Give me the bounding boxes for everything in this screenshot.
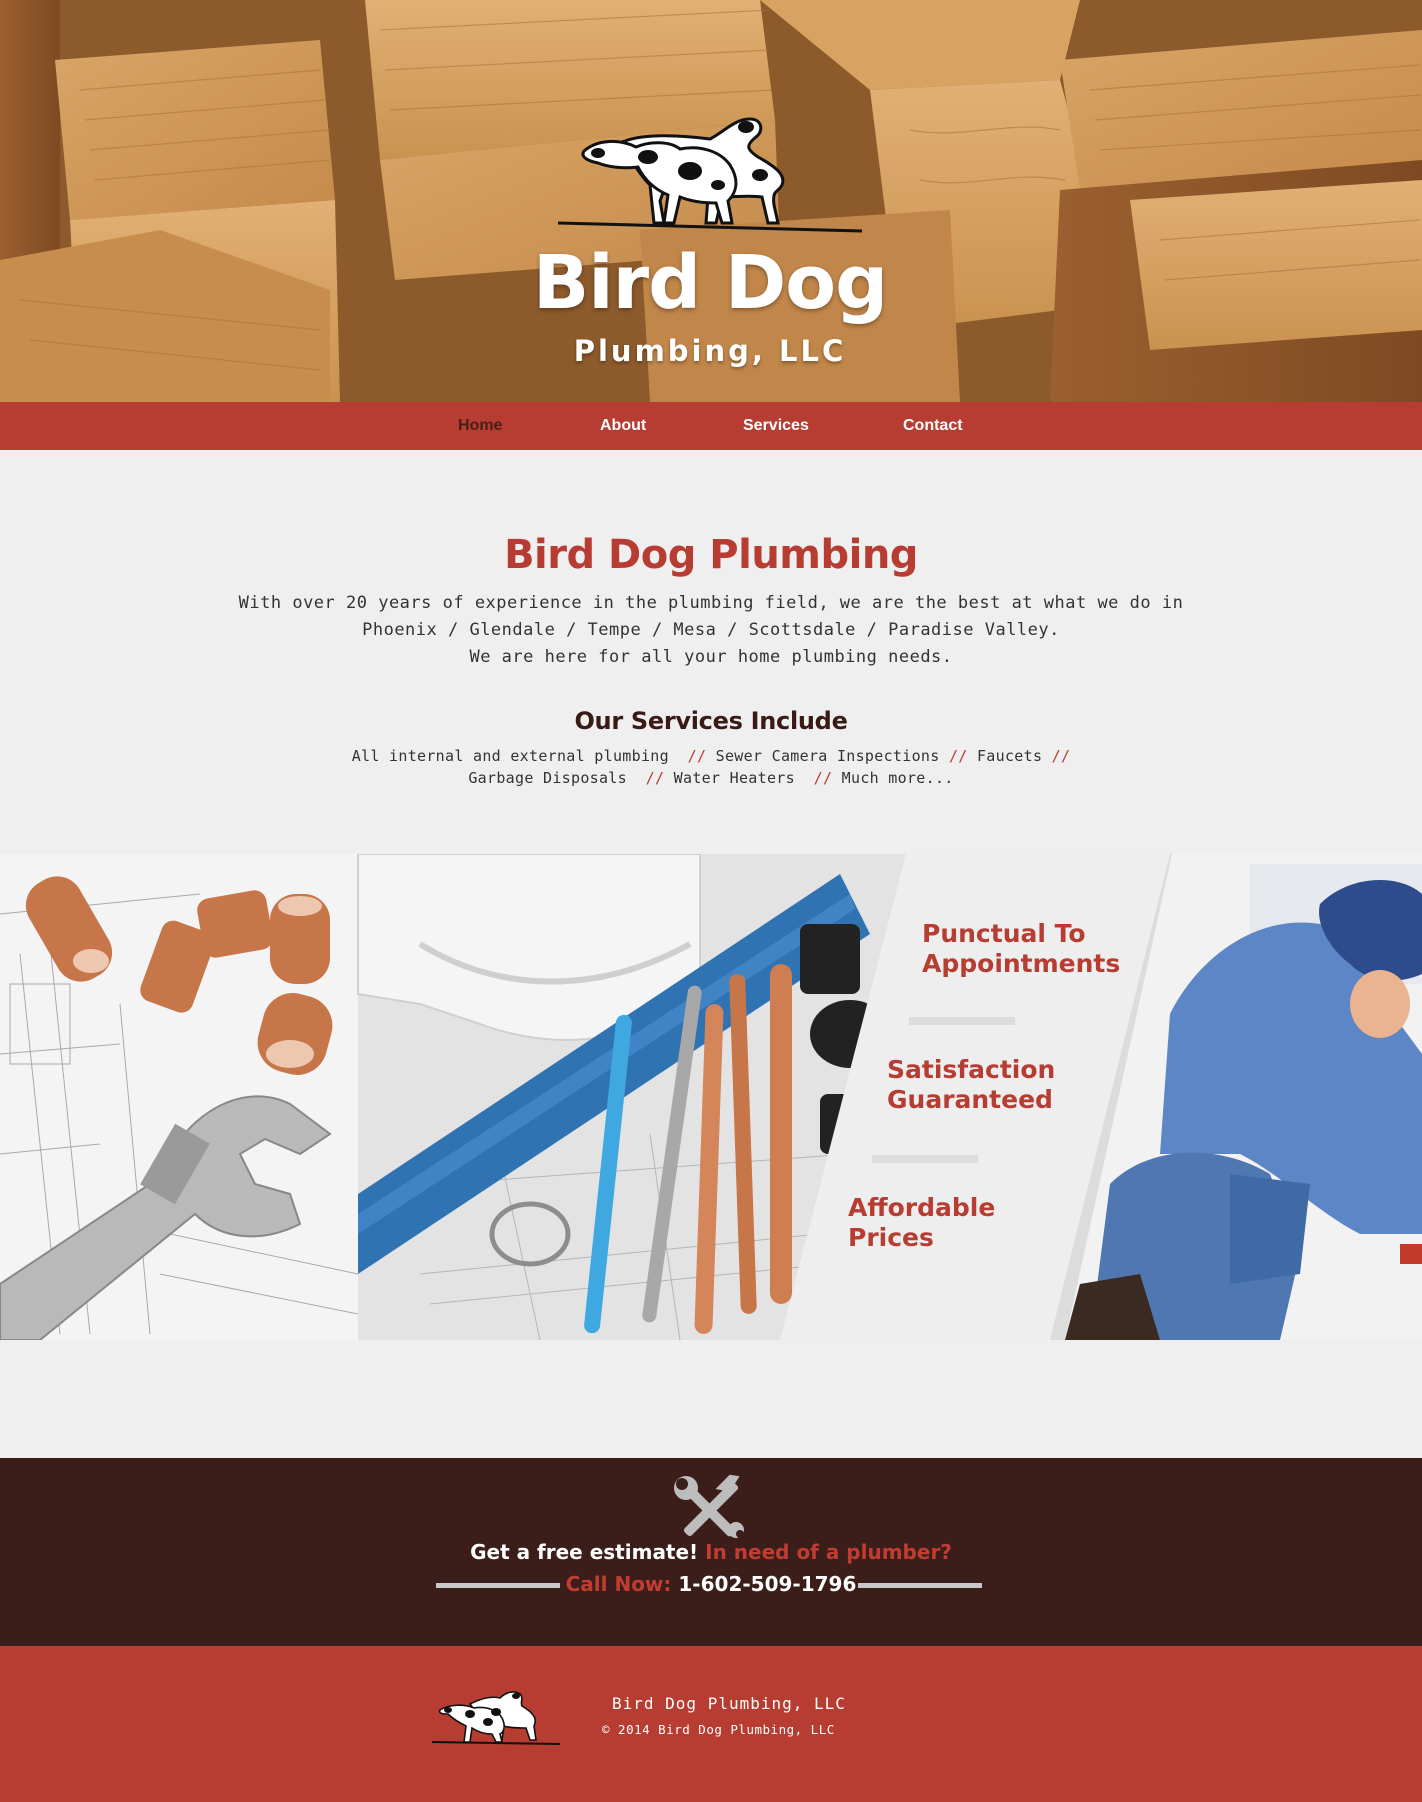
nav-item-contact[interactable]: Contact bbox=[903, 402, 963, 450]
features-strip: Punctual To Appointments Satisfaction Gu… bbox=[0, 854, 1422, 1340]
plumbing-tools-image bbox=[0, 854, 1422, 1340]
intro-line-3: We are here for all your home plumbing n… bbox=[469, 647, 953, 667]
services-heading: Our Services Include bbox=[574, 707, 848, 735]
main-navigation: Home About Services Contact bbox=[0, 402, 1422, 450]
footer-company-name: Bird Dog Plumbing, LLC bbox=[612, 1694, 846, 1713]
site-footer: Bird Dog Plumbing, LLC © 2014 Bird Dog P… bbox=[0, 1646, 1422, 1802]
wrench-hammer-icon bbox=[674, 1474, 744, 1538]
service-separator: // bbox=[645, 769, 665, 787]
bird-dogs-logo-icon bbox=[557, 117, 863, 233]
footer-copyright: © 2014 Bird Dog Plumbing, LLC bbox=[602, 1722, 835, 1737]
nav-item-about[interactable]: About bbox=[600, 402, 646, 450]
page-title: Bird Dog Plumbing bbox=[504, 532, 918, 578]
cta-headline: Get a free estimate! In need of a plumbe… bbox=[0, 1540, 1422, 1564]
feature-affordable-line2: Prices bbox=[848, 1223, 934, 1252]
intro-line-1: With over 20 years of experience in the … bbox=[238, 593, 1184, 613]
feature-divider bbox=[909, 1017, 1015, 1025]
feature-divider bbox=[872, 1155, 978, 1163]
nav-item-home[interactable]: Home bbox=[458, 402, 502, 450]
feature-affordable-line1: Affordable bbox=[848, 1193, 996, 1222]
feature-satisfaction-line1: Satisfaction bbox=[887, 1055, 1056, 1084]
call-now-label: Call Now: bbox=[565, 1572, 672, 1596]
service-item: Faucets bbox=[976, 747, 1043, 765]
footer-bird-dogs-logo-icon bbox=[431, 1691, 561, 1745]
service-item: Sewer Camera Inspections bbox=[715, 747, 940, 765]
feature-satisfaction-line2: Guaranteed bbox=[887, 1085, 1053, 1114]
need-plumber-text: In need of a plumber? bbox=[705, 1540, 952, 1564]
feature-punctual-line2: Appointments bbox=[922, 949, 1121, 978]
feature-punctual: Punctual To Appointments bbox=[922, 919, 1120, 979]
brand-subtitle: Plumbing, LLC bbox=[573, 334, 847, 368]
service-item: Garbage Disposals bbox=[468, 769, 627, 787]
service-separator: // bbox=[1051, 747, 1071, 765]
service-separator: // bbox=[687, 747, 707, 765]
service-item: Water Heaters bbox=[673, 769, 795, 787]
feature-punctual-line1: Punctual To bbox=[922, 919, 1086, 948]
free-estimate-text: Get a free estimate! bbox=[470, 1540, 699, 1564]
feature-affordable: Affordable Prices bbox=[848, 1193, 995, 1253]
call-to-action: Get a free estimate! In need of a plumbe… bbox=[0, 1458, 1422, 1646]
service-separator: // bbox=[813, 769, 833, 787]
nav-item-services[interactable]: Services bbox=[743, 402, 809, 450]
feature-satisfaction: Satisfaction Guaranteed bbox=[887, 1055, 1055, 1115]
intro-section: Bird Dog Plumbing With over 20 years of … bbox=[0, 450, 1422, 789]
service-item: All internal and external plumbing bbox=[351, 747, 669, 765]
brand-logo[interactable]: Bird Dog Plumbing, LLC bbox=[530, 105, 890, 368]
cta-phone-line: Call Now: 1-602-509-1796 bbox=[0, 1572, 1422, 1596]
hero-banner: Bird Dog Plumbing, LLC bbox=[0, 0, 1422, 402]
intro-line-2: Phoenix / Glendale / Tempe / Mesa / Scot… bbox=[362, 620, 1060, 640]
services-list: All internal and external plumbing // Se… bbox=[331, 745, 1091, 789]
phone-number-link[interactable]: 1-602-509-1796 bbox=[678, 1572, 856, 1596]
service-item: Much more... bbox=[841, 769, 954, 787]
brand-title: Bird Dog bbox=[532, 240, 888, 326]
service-separator: // bbox=[948, 747, 968, 765]
